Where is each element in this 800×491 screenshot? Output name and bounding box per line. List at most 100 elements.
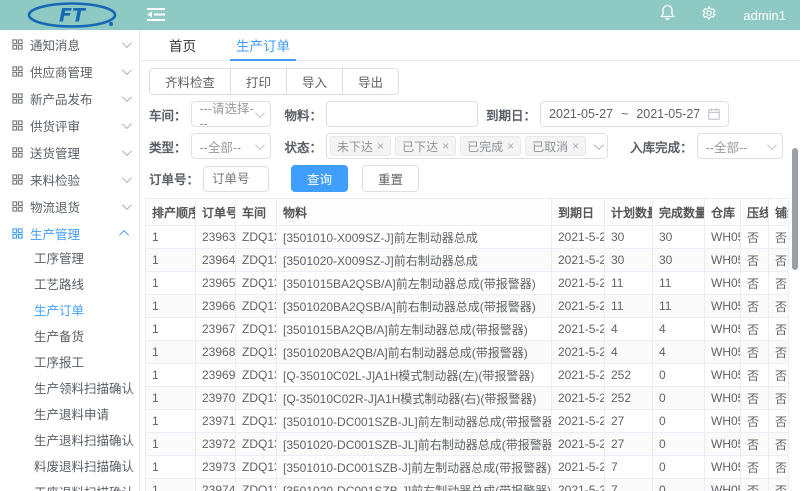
sidebar-subitem[interactable]: 工序管理 [0, 246, 139, 272]
sidebar-collapse-icon[interactable] [147, 7, 165, 27]
due-date-label: 到期日： [486, 105, 536, 124]
table-cell: 2021-5-27 [552, 456, 605, 479]
table-row[interactable]: 123972ZDQ13[3501020-DC001SZB-JL]前右制动器总成(… [146, 433, 789, 456]
chevron-down-icon [122, 200, 132, 210]
company-logo: FT [26, 2, 118, 33]
chevron-down-icon [122, 146, 132, 156]
table-row[interactable]: 123963ZDQ13[3501010-X009SZ-J]前左制动器总成2021… [146, 226, 789, 249]
tab-active[interactable]: 生产订单 [216, 30, 310, 60]
table-row[interactable]: 123973ZDQ13[3501010-DC001SZB-J]前左制动器总成(带… [146, 456, 789, 479]
chevron-down-icon [594, 140, 604, 150]
sidebar-subitem[interactable]: 工序报工 [0, 350, 139, 376]
inbound-complete-select[interactable]: --全部-- [697, 133, 783, 159]
workshop-select[interactable]: ---请选择--- [191, 101, 271, 127]
notification-bell-icon[interactable] [660, 4, 675, 26]
table-cell: ZDQ13 [236, 410, 277, 433]
table-cell: 2021-5-27 [552, 387, 605, 410]
sidebar-subitem[interactable]: 生产订单 [0, 298, 139, 324]
table-row[interactable]: 123967ZDQ13[3501015BA2QB/A]前左制动器总成(带报警器)… [146, 318, 789, 341]
grid-icon [12, 39, 23, 50]
sidebar-subitem[interactable]: 工艺路线 [0, 272, 139, 298]
toolbar-button[interactable]: 导出 [342, 68, 399, 95]
table-cell: 23969 [196, 364, 236, 387]
table-cell: 7 [605, 456, 653, 479]
type-select[interactable]: --全部-- [191, 133, 271, 159]
grid-icon [12, 66, 23, 77]
table-cell: WH05 [705, 364, 741, 387]
sidebar-item-label: 供应商管理 [30, 62, 118, 81]
sidebar-item[interactable]: 供货评审 [0, 112, 139, 138]
sidebar-subitem[interactable]: 生产领料扫描确认 [0, 376, 139, 402]
table-row[interactable]: 123970ZDQ13[Q-35010C02R-J]A1H模式制动器(右)(带报… [146, 387, 789, 410]
sidebar-item[interactable]: 通知消息 [0, 31, 139, 57]
tag-close-icon[interactable]: × [507, 139, 514, 153]
table-row[interactable]: 123965ZDQ13[3501015BA2QSB/A]前左制动器总成(带报警器… [146, 272, 789, 295]
vertical-scrollbar-thumb[interactable] [792, 148, 798, 270]
sidebar-item[interactable]: 生产管理 [0, 220, 139, 246]
table-cell: 11 [605, 272, 653, 295]
table-header-row: 排产顺序订单号车间物料到期日计划数量完成数量仓库压线铺线 [146, 199, 789, 226]
tab-item[interactable]: 首页 [149, 30, 216, 60]
table-row[interactable]: 123964ZDQ13[3501020-X009SZ-J]前右制动器总成2021… [146, 249, 789, 272]
sidebar-subitem[interactable]: 生产退料扫描确认 [0, 428, 139, 454]
table-cell: 11 [653, 295, 705, 318]
table-row[interactable]: 123968ZDQ13[3501020BA2QB/A]前右制动器总成(带报警器)… [146, 341, 789, 364]
tag-close-icon[interactable]: × [377, 139, 384, 153]
user-name[interactable]: admin1 [743, 8, 786, 23]
table-cell: 30 [605, 249, 653, 272]
settings-gear-icon[interactable] [701, 5, 717, 26]
status-multiselect[interactable]: 未下达×已下达×已完成×已取消× [326, 133, 608, 159]
sidebar-subitem[interactable]: 料废退料扫描确认 [0, 454, 139, 480]
table-cell: 23973 [196, 456, 236, 479]
column-header: 物料 [277, 199, 552, 226]
table-cell: WH05 [705, 341, 741, 364]
table-cell: 1 [146, 387, 196, 410]
table-cell: 1 [146, 341, 196, 364]
table-cell: WH05 [705, 295, 741, 318]
sidebar-item[interactable]: 来料检验 [0, 166, 139, 192]
order-no-input[interactable] [203, 166, 269, 192]
toolbar-button[interactable]: 打印 [230, 68, 287, 95]
sidebar-subitem[interactable]: 工废退料扫描确认 [0, 480, 139, 491]
grid-icon [12, 147, 23, 158]
reset-button[interactable]: 重置 [362, 165, 419, 192]
sidebar-item[interactable]: 供应商管理 [0, 58, 139, 84]
status-tag: 已取消× [525, 136, 586, 156]
table-cell: [3501020-X009SZ-J]前右制动器总成 [277, 249, 552, 272]
due-date-range-picker[interactable]: 2021-05-27 ~ 2021-05-27 [540, 101, 729, 127]
table-cell: ZDQ13 [236, 318, 277, 341]
table-row[interactable]: 123966ZDQ13[3501020BA2QSB/A]前右制动器总成(带报警器… [146, 295, 789, 318]
table-cell: 0 [653, 364, 705, 387]
sidebar-subitem[interactable]: 生产退料申请 [0, 402, 139, 428]
tag-close-icon[interactable]: × [572, 139, 579, 153]
search-button[interactable]: 查询 [291, 165, 348, 192]
table-cell: ZDQ13 [236, 364, 277, 387]
table-row[interactable]: 123969ZDQ13[Q-35010C02L-J]A1H模式制动器(左)(带报… [146, 364, 789, 387]
table-cell: 23972 [196, 433, 236, 456]
sidebar-item[interactable]: 物流退货 [0, 193, 139, 219]
table-cell: 4 [605, 318, 653, 341]
column-header: 仓库 [705, 199, 741, 226]
date-to: 2021-05-27 [636, 107, 700, 121]
table-cell: 1 [146, 226, 196, 249]
toolbar-button[interactable]: 齐料检查 [149, 68, 231, 95]
sidebar-item[interactable]: 送货管理 [0, 139, 139, 165]
toolbar-button[interactable]: 导入 [286, 68, 343, 95]
table-row[interactable]: 123974ZDQ13[3501020-DC001SZB-J]前右制动器总成(带… [146, 479, 789, 491]
table-cell: 11 [653, 272, 705, 295]
table-cell: 否 [741, 226, 769, 249]
material-input[interactable] [326, 101, 478, 127]
table-row[interactable]: 123971ZDQ13[3501010-DC001SZB-JL]前左制动器总成(… [146, 410, 789, 433]
table-cell: 2021-5-27 [552, 272, 605, 295]
table-cell: 否 [741, 456, 769, 479]
sidebar-item[interactable]: 新产品发布 [0, 85, 139, 111]
grid-icon [12, 93, 23, 104]
table-cell: 1 [146, 249, 196, 272]
status-tag-label: 未下达 [337, 138, 373, 155]
tag-close-icon[interactable]: × [442, 139, 449, 153]
sidebar-subitem[interactable]: 生产备货 [0, 324, 139, 350]
table-cell: 否 [769, 456, 789, 479]
table-cell: WH05 [705, 318, 741, 341]
table-cell: WH05 [705, 226, 741, 249]
table-cell: [3501020BA2QSB/A]前右制动器总成(带报警器) [277, 295, 552, 318]
